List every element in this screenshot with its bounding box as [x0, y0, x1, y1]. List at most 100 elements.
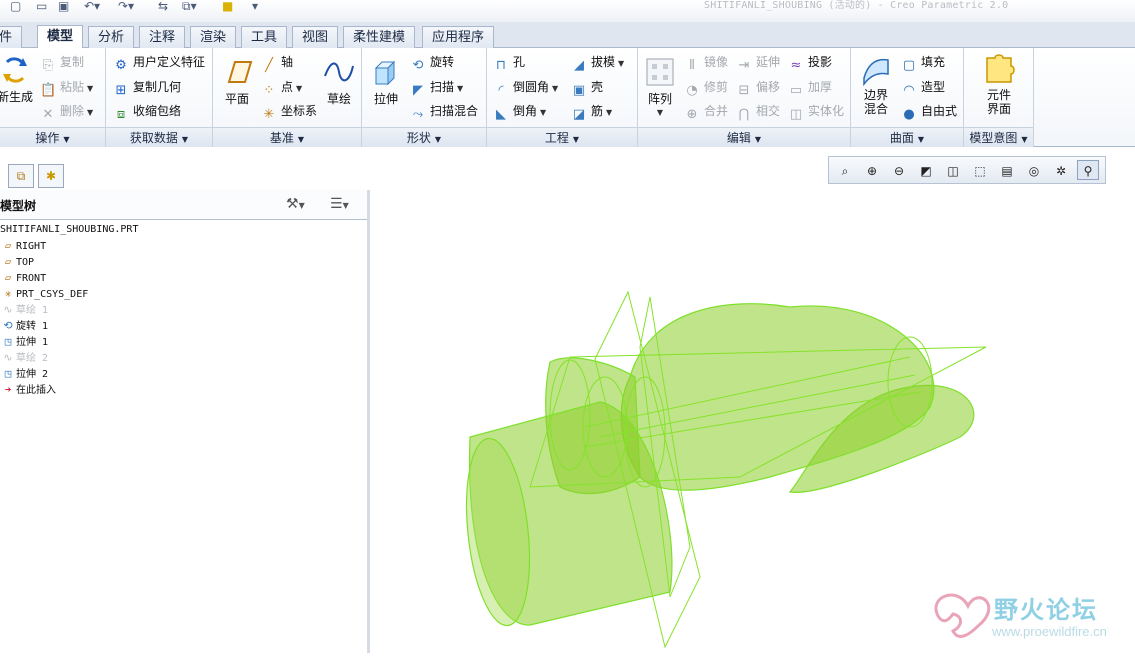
tree-item-sketch-1[interactable]: ∿ 草绘 1	[0, 302, 48, 318]
chamfer-label: 倒角	[513, 104, 538, 118]
copy-button[interactable]: ⎘ 复制	[40, 53, 84, 74]
tree-item-insert-here[interactable]: ➔ 在此插入	[0, 382, 56, 398]
view-manager-icon[interactable]: ▤	[996, 160, 1018, 180]
model-tree-tab[interactable]: ⧉	[8, 164, 34, 188]
solidify-button[interactable]: ◫ 实体化	[788, 102, 844, 123]
pattern-button[interactable]: 阵列 ▼	[642, 56, 678, 120]
freestyle-button[interactable]: ● 自由式	[901, 102, 957, 123]
hole-button[interactable]: ⊓ 孔	[493, 53, 525, 74]
tab-applications[interactable]: 应用程序	[422, 26, 495, 48]
datum-display-icon[interactable]: ✲	[1050, 160, 1072, 180]
tab-view[interactable]: 视图	[292, 26, 339, 48]
thicken-button[interactable]: ▭ 加厚	[788, 78, 832, 99]
group-surfaces-label[interactable]: 曲面 ▼	[851, 127, 963, 147]
tab-analysis[interactable]: 分析	[88, 26, 135, 48]
spin-center-icon[interactable]: ⚲	[1077, 160, 1099, 180]
delete-button[interactable]: ✕ 删除 ▼	[40, 102, 94, 123]
offset-button[interactable]: ⊟ 偏移	[736, 78, 780, 99]
group-operations-label[interactable]: 操作 ▼	[0, 127, 105, 147]
open-folder-icon[interactable]: ▭	[36, 0, 47, 12]
shell-button[interactable]: ▣ 壳	[571, 78, 603, 99]
close-window-icon[interactable]: ■	[222, 0, 233, 12]
tree-item-top[interactable]: ▱ TOP	[0, 254, 34, 270]
regenerate-button[interactable]: 新生成	[0, 54, 36, 104]
save-icon[interactable]: ▣	[58, 0, 69, 12]
undo-icon[interactable]: ↶▾	[84, 0, 100, 12]
plane-button[interactable]: 平面	[219, 56, 255, 106]
sweep-button[interactable]: ◤ 扫描 ▼	[410, 78, 463, 99]
redo-icon[interactable]: ↷▾	[118, 0, 134, 12]
rib-button[interactable]: ◪ 筋 ▼	[571, 102, 612, 123]
draft-button[interactable]: ◢ 拔模 ▼	[571, 53, 624, 74]
tree-item-sketch-2[interactable]: ∿ 草绘 2	[0, 350, 48, 366]
favorites-tab[interactable]: ✱	[38, 164, 64, 188]
customize-qa-icon[interactable]: ▾	[252, 0, 258, 12]
tree-item-extrude-2[interactable]: ◳ 拉伸 2	[0, 366, 48, 382]
chamfer-button[interactable]: ◣ 倒角 ▼	[493, 102, 546, 123]
perspective-view-icon[interactable]: ◎	[1023, 160, 1045, 180]
saved-orientations-icon[interactable]: ⬚	[969, 160, 991, 180]
tab-render[interactable]: 渲染	[190, 26, 237, 48]
tab-model[interactable]: 模型	[37, 25, 84, 48]
fill-button[interactable]: ▢ 填充	[901, 53, 945, 74]
boundary-blend-button[interactable]: 边界 混合	[857, 54, 895, 116]
display-style-icon[interactable]: ◫	[942, 160, 964, 180]
axis-button[interactable]: ╱ 轴	[261, 53, 293, 74]
tree-item-extrude-1[interactable]: ◳ 拉伸 1	[0, 334, 48, 350]
revolve-button[interactable]: ⟲ 旋转	[410, 53, 454, 74]
point-dropdown-icon[interactable]: ▼	[296, 84, 302, 93]
group-shapes-label[interactable]: 形状 ▼	[362, 127, 486, 147]
new-file-icon[interactable]: ▢	[10, 0, 21, 12]
group-get-data-label[interactable]: 获取数据 ▼	[106, 127, 212, 147]
chamfer-dropdown-icon[interactable]: ▼	[540, 108, 546, 117]
group-editing-label[interactable]: 编辑 ▼	[638, 127, 850, 147]
group-datum-label[interactable]: 基准 ▼	[213, 127, 361, 147]
udf-button[interactable]: ⚙ 用户定义特征	[113, 53, 205, 74]
round-dropdown-icon[interactable]: ▼	[552, 84, 558, 93]
trim-button[interactable]: ◔ 修剪	[684, 78, 728, 99]
shrinkwrap-button[interactable]: ⧈ 收缩包络	[113, 102, 181, 123]
merge-button[interactable]: ⊕ 合并	[684, 102, 728, 123]
point-button[interactable]: ⁘ 点 ▼	[261, 78, 303, 99]
sweep-dropdown-icon[interactable]: ▼	[457, 84, 463, 93]
component-interface-button[interactable]: 元件 界面	[978, 54, 1020, 116]
extrude-button[interactable]: 拉伸	[368, 56, 404, 106]
style-button[interactable]: ◠ 造型	[901, 78, 945, 99]
refit-icon[interactable]: ⌕	[834, 160, 856, 180]
group-engineering-label[interactable]: 工程 ▼	[487, 127, 637, 147]
tab-file[interactable]: 件	[0, 26, 23, 48]
copy-geometry-button[interactable]: ⊞ 复制几何	[113, 78, 181, 99]
regenerate-icon[interactable]: ⇆	[158, 0, 168, 12]
group-model-intent-label[interactable]: 模型意图 ▼	[964, 127, 1033, 147]
tab-flexible-modeling[interactable]: 柔性建模	[343, 26, 416, 48]
paste-button[interactable]: 📋 粘贴 ▼	[40, 78, 93, 99]
draft-dropdown-icon[interactable]: ▼	[618, 59, 624, 68]
graphics-window[interactable]	[370, 147, 1135, 653]
windows-icon[interactable]: ⧉▾	[182, 0, 197, 12]
mirror-button[interactable]: ⫴ 镜像	[684, 53, 728, 74]
rib-dropdown-icon[interactable]: ▼	[606, 108, 612, 117]
paste-dropdown-icon[interactable]: ▼	[87, 84, 93, 93]
tree-settings-icon[interactable]: ⚒▼	[286, 196, 305, 212]
tree-item-front[interactable]: ▱ FRONT	[0, 270, 46, 286]
zoom-out-icon[interactable]: ⊖	[888, 160, 910, 180]
tab-tools[interactable]: 工具	[241, 26, 288, 48]
tab-annotate[interactable]: 注释	[139, 26, 186, 48]
intersect-button[interactable]: ⋂ 相交	[736, 102, 780, 123]
zoom-in-icon[interactable]: ⊕	[861, 160, 883, 180]
tree-item-part[interactable]: SHITIFANLI_SHOUBING.PRT	[0, 222, 138, 238]
tree-filters-icon[interactable]: ☰▼	[330, 196, 349, 212]
tree-item-csys[interactable]: ✳ PRT_CSYS_DEF	[0, 286, 89, 302]
delete-dropdown-icon[interactable]: ▼	[87, 108, 93, 117]
extend-button[interactable]: ⇥ 延伸	[736, 53, 780, 74]
repaint-icon[interactable]: ◩	[915, 160, 937, 180]
project-button[interactable]: ≈ 投影	[788, 53, 832, 74]
round-button[interactable]: ◜ 倒圆角 ▼	[493, 78, 558, 99]
tree-item-revolve-1[interactable]: ⟲ 旋转 1	[0, 318, 48, 334]
component-interface-label-1: 元件	[986, 88, 1011, 102]
tree-item-right[interactable]: ▱ RIGHT	[0, 238, 46, 254]
swept-blend-button[interactable]: ⤳ 扫描混合	[410, 102, 478, 123]
sketch-button[interactable]: 草绘	[321, 56, 357, 106]
csys-button[interactable]: ✳ 坐标系	[261, 102, 317, 123]
pattern-dropdown-icon[interactable]: ▼	[642, 106, 678, 120]
